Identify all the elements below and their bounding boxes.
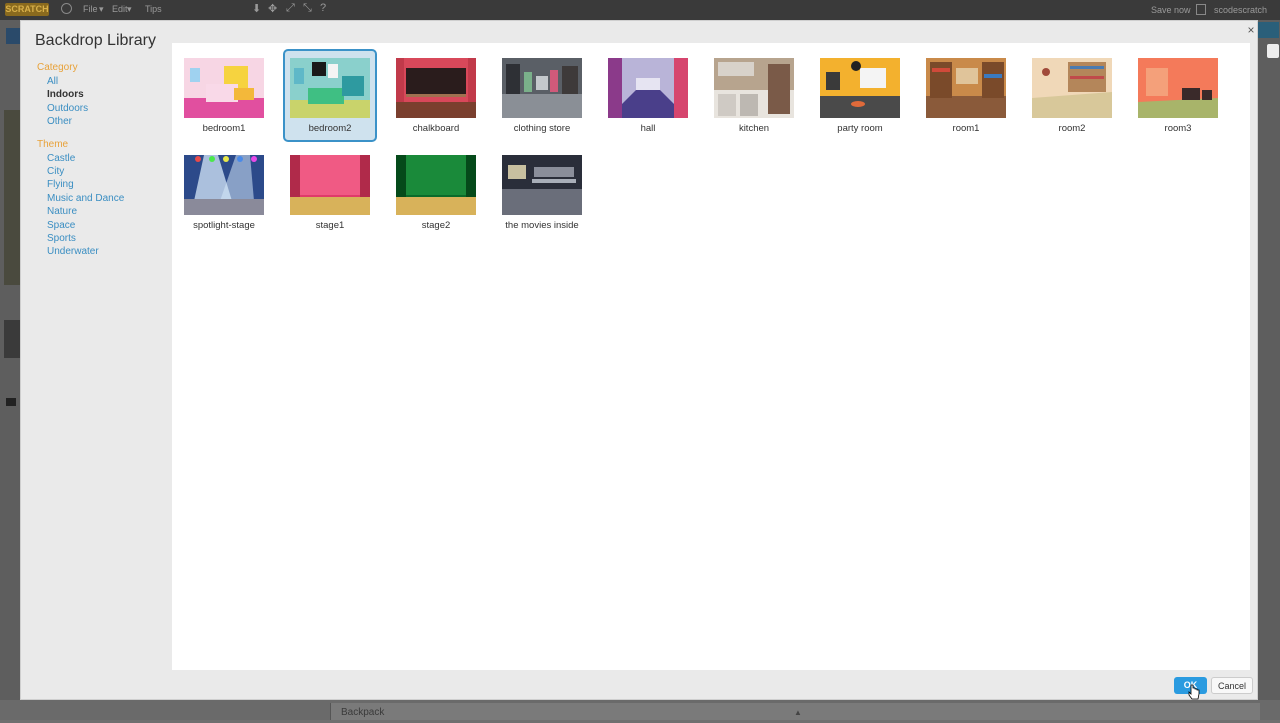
backdrop-tile-the-movies-inside[interactable]: the movies inside (495, 146, 589, 239)
bedroom1-thumbnail (184, 58, 264, 118)
my-stuff-icon[interactable] (1196, 4, 1206, 15)
sprite-thumb-fragment (4, 320, 20, 358)
backpack-label: Backpack (341, 707, 385, 718)
theme-item-sports[interactable]: Sports (37, 232, 177, 245)
stage2-thumbnail (396, 155, 476, 215)
backdrop-tile-bedroom1[interactable]: bedroom1 (177, 49, 271, 142)
editor-left-background (0, 20, 20, 720)
backdrop-tile-clothing-store[interactable]: clothing store (495, 49, 589, 142)
backdrop-tile-party-room[interactable]: party room (813, 49, 907, 142)
backdrop-tile-hall[interactable]: hall (601, 49, 695, 142)
stage1-thumbnail (290, 155, 370, 215)
room1-thumbnail (926, 58, 1006, 118)
backdrop-label: the movies inside (505, 220, 579, 231)
cancel-button[interactable]: Cancel (1211, 677, 1253, 694)
editor-button-fragment (1267, 44, 1279, 58)
category-item-indoors[interactable]: Indoors (37, 88, 177, 101)
kitchen-thumbnail (714, 58, 794, 118)
backpack-toggle-icon[interactable]: ▲ (794, 703, 802, 723)
backdrop-label: clothing store (513, 123, 571, 134)
theme-item-flying[interactable]: Flying (37, 178, 177, 191)
theme-item-nature[interactable]: Nature (37, 205, 177, 218)
backdrop-tile-bedroom2[interactable]: bedroom2 (283, 49, 377, 142)
theme-item-underwater[interactable]: Underwater (37, 245, 177, 258)
backdrop-tile-spotlight-stage[interactable]: spotlight-stage (177, 146, 271, 239)
party-room-thumbnail (820, 58, 900, 118)
backdrop-label: stage1 (315, 220, 345, 231)
backdrop-label: room3 (1164, 123, 1192, 134)
editor-bottom-bar: Backpack ▲ (0, 700, 1280, 720)
backdrop-label: party room (837, 123, 883, 134)
duplicate-stamp-icon[interactable]: ⬇ (252, 2, 261, 15)
chalkboard-thumbnail (396, 58, 476, 118)
backdrop-tile-chalkboard[interactable]: chalkboard (389, 49, 483, 142)
category-item-all[interactable]: All (37, 75, 177, 88)
bedroom2-thumbnail (290, 58, 370, 118)
menu-file[interactable]: File (83, 4, 98, 14)
close-icon[interactable]: × (1244, 23, 1258, 37)
backdrop-tile-room2[interactable]: room2 (1025, 49, 1119, 142)
category-item-outdoors[interactable]: Outdoors (37, 102, 177, 115)
dialog-title: Backdrop Library (35, 32, 156, 49)
username-label[interactable]: scodescratch (1214, 5, 1267, 15)
backdrop-label: spotlight-stage (193, 220, 255, 231)
backdrop-label: room1 (952, 123, 980, 134)
hand-cursor-icon (1188, 684, 1200, 700)
menu-edit-caret-icon: ▾ (127, 4, 132, 14)
menu-tips[interactable]: Tips (145, 4, 162, 14)
clothing-store-thumbnail (502, 58, 582, 118)
backdrop-label: chalkboard (412, 123, 460, 134)
camera-icon (6, 398, 16, 406)
backdrop-label: room2 (1058, 123, 1086, 134)
shrink-icon[interactable]: ⤡ (303, 2, 312, 15)
editor-menubar: SCRATCH File ▾ Edit ▾ Tips ⬇ ✥ ⤢ ⤡ ? Sav… (0, 0, 1280, 20)
category-item-other[interactable]: Other (37, 115, 177, 128)
hall-thumbnail (608, 58, 688, 118)
backdrop-label: bedroom2 (308, 123, 352, 134)
library-sidebar: Category All Indoors Outdoors Other Them… (37, 61, 177, 259)
editor-right-background (1257, 20, 1280, 720)
room3-thumbnail (1138, 58, 1218, 118)
backdrop-tile-stage1[interactable]: stage1 (283, 146, 377, 239)
theme-item-music-and-dance[interactable]: Music and Dance (37, 192, 177, 205)
backdrop-label: bedroom1 (202, 123, 246, 134)
scratch-logo[interactable]: SCRATCH (5, 3, 49, 16)
backdrop-label: kitchen (738, 123, 770, 134)
backdrop-tile-stage2[interactable]: stage2 (389, 146, 483, 239)
editor-tab-fragment (1257, 22, 1279, 38)
cut-icon[interactable]: ✥ (268, 2, 277, 15)
backdrop-label: stage2 (421, 220, 451, 231)
category-heading: Category (37, 62, 78, 73)
theme-item-city[interactable]: City (37, 165, 177, 178)
backpack-panel[interactable]: Backpack ▲ (330, 703, 1260, 720)
backdrop-label: hall (640, 123, 656, 134)
grow-icon[interactable]: ⤢ (286, 2, 295, 15)
menu-edit[interactable]: Edit (112, 4, 128, 14)
backdrop-library-dialog: Backdrop Library × Category All Indoors … (20, 20, 1258, 700)
room2-thumbnail (1032, 58, 1112, 118)
language-globe-icon[interactable] (61, 3, 72, 14)
the-movies-inside-thumbnail (502, 155, 582, 215)
theme-item-space[interactable]: Space (37, 219, 177, 232)
theme-item-castle[interactable]: Castle (37, 152, 177, 165)
backdrop-tile-room3[interactable]: room3 (1131, 49, 1225, 142)
spotlight-stage-thumbnail (184, 155, 264, 215)
backdrop-grid-panel[interactable]: bedroom1 bedroom2 chalkboard clothing st… (172, 43, 1250, 670)
save-now-link[interactable]: Save now (1151, 5, 1191, 15)
backdrop-tile-room1[interactable]: room1 (919, 49, 1013, 142)
theme-heading: Theme (37, 138, 69, 150)
help-icon[interactable]: ? (320, 2, 326, 14)
stage-fragment (4, 110, 20, 285)
menu-file-caret-icon: ▾ (99, 4, 104, 14)
editor-fragment (6, 28, 20, 44)
backdrop-tile-kitchen[interactable]: kitchen (707, 49, 801, 142)
